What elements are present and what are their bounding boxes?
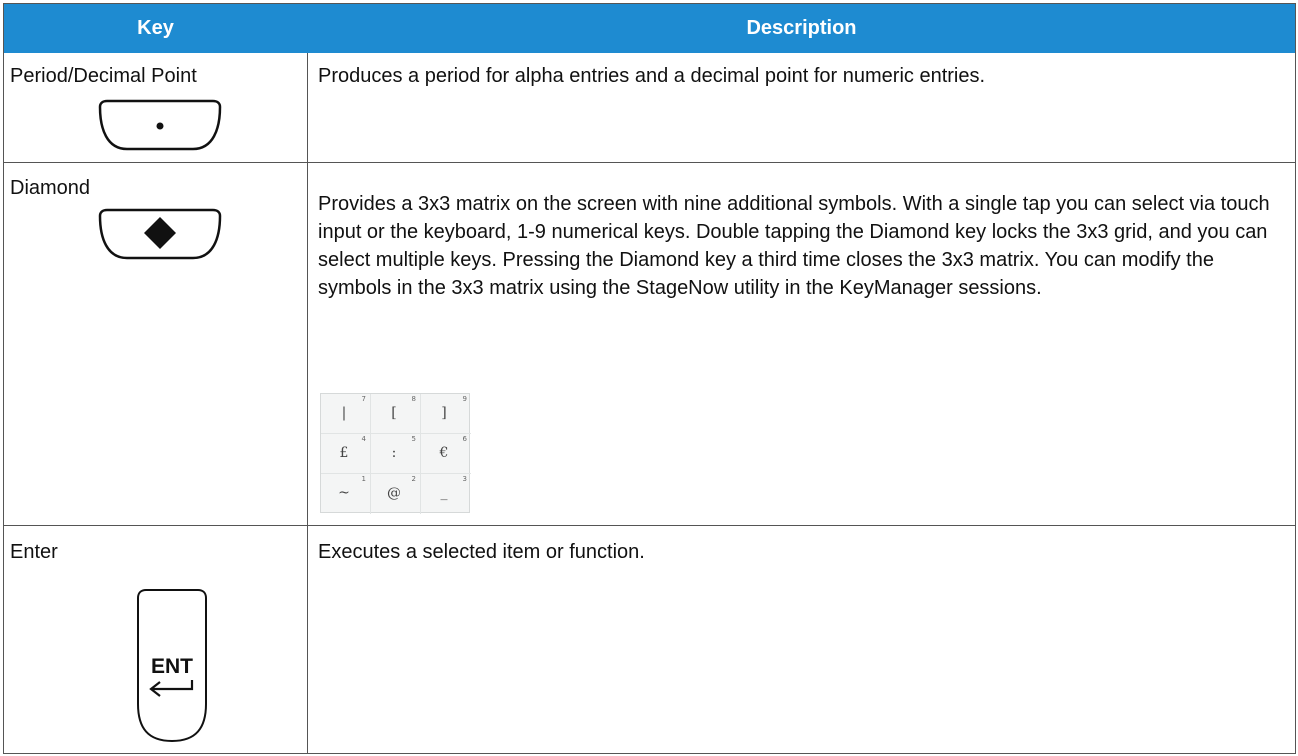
matrix-symbol: £ <box>339 445 349 461</box>
enter-key-icon: ENT <box>137 589 207 743</box>
key-description: Executes a selected item or function. <box>318 541 645 563</box>
matrix-number: 7 <box>361 395 366 403</box>
row-divider <box>4 525 1295 526</box>
matrix-cell: @ 2 <box>371 474 421 514</box>
key-name: Enter <box>10 541 58 563</box>
matrix-cell: ~ 1 <box>321 474 371 514</box>
matrix-number: 5 <box>411 435 416 443</box>
matrix-cell: ] 9 <box>421 394 471 434</box>
matrix-cell: : 5 <box>371 434 421 474</box>
key-name: Period/Decimal Point <box>10 65 197 87</box>
matrix-cell: € 6 <box>421 434 471 474</box>
matrix-symbol: [ <box>391 405 397 421</box>
matrix-symbol: : <box>391 445 397 461</box>
matrix-symbol: _ <box>440 485 448 501</box>
matrix-symbol: @ <box>387 485 401 501</box>
matrix-number: 1 <box>361 475 366 483</box>
period-key-icon <box>98 99 222 151</box>
matrix-number: 2 <box>411 475 416 483</box>
header-description: Description <box>746 17 857 39</box>
symbol-matrix: | 7 [ 8 ] 9 £ 4 : 5 € 6 ~ 1 @ 2 _ 3 <box>320 393 471 514</box>
key-description: Produces a period for alpha entries and … <box>318 65 986 87</box>
matrix-number: 6 <box>462 435 467 443</box>
column-divider <box>307 53 308 754</box>
matrix-symbol: | <box>341 405 347 421</box>
key-name: Diamond <box>10 177 91 199</box>
matrix-symbol: ~ <box>338 485 350 501</box>
matrix-cell: | 7 <box>321 394 371 434</box>
enter-key-label: ENT <box>151 655 193 678</box>
key-description: Provides a 3x3 matrix on the screen with… <box>318 193 1270 299</box>
matrix-symbol: ] <box>441 405 447 421</box>
matrix-cell: _ 3 <box>421 474 471 514</box>
matrix-number: 3 <box>462 475 467 483</box>
table-header: Key Description <box>4 4 1295 53</box>
matrix-number: 4 <box>361 435 366 443</box>
matrix-cell: £ 4 <box>321 434 371 474</box>
matrix-cell: [ 8 <box>371 394 421 434</box>
matrix-number: 8 <box>411 395 416 403</box>
header-key: Key <box>137 17 174 39</box>
row-divider <box>4 162 1295 163</box>
matrix-number: 9 <box>462 395 467 403</box>
diamond-key-icon <box>98 208 222 260</box>
matrix-symbol: € <box>439 445 449 461</box>
